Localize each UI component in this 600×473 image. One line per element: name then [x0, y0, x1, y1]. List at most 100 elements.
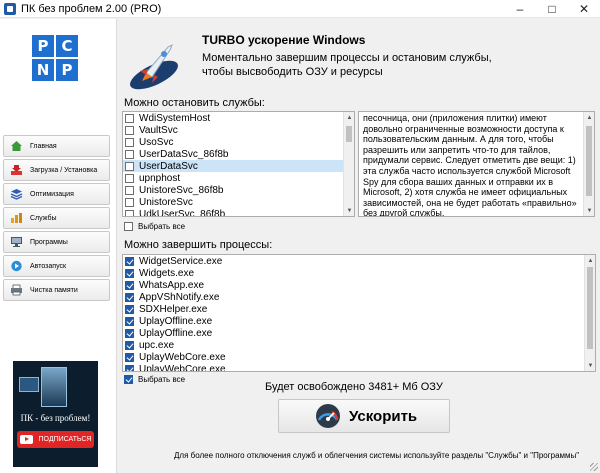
scroll-up-icon[interactable]: ▲ [344, 112, 354, 123]
service-row[interactable]: UsoSvc [123, 136, 354, 148]
logo-letter: P [32, 35, 54, 57]
bars-icon [9, 212, 23, 224]
services-scrollbar[interactable]: ▲ ▼ [343, 112, 354, 216]
sidebar-item-label: Программы [30, 238, 68, 246]
monitor-icon [9, 236, 23, 248]
row-label: UsoSvc [139, 136, 174, 148]
sidebar-item-autorun[interactable]: Автозапуск [3, 255, 110, 277]
row-checkbox[interactable] [125, 316, 134, 326]
process-row[interactable]: SDXHelper.exe [123, 303, 595, 315]
scrollbar-thumb[interactable] [587, 267, 593, 349]
row-label: UplayWebCore.exe [139, 351, 226, 363]
process-row[interactable]: WhatsApp.exe [123, 279, 595, 291]
row-checkbox[interactable] [125, 304, 134, 314]
service-row[interactable]: upnphost [123, 172, 354, 184]
service-description-box: песочница, они (приложения плитки) имеют… [358, 111, 595, 217]
scroll-down-icon[interactable]: ▼ [585, 360, 595, 371]
row-label: UnistoreSvc_86f8b [139, 184, 224, 196]
sidebar-item-services[interactable]: Службы [3, 207, 110, 229]
title-bar: ПК без проблем 2.00 (PRO) – □ ✕ [0, 0, 600, 18]
home-icon [9, 140, 23, 152]
sidebar-nav: Главная Загрузка / Установка Оптимизация… [3, 135, 110, 303]
row-checkbox[interactable] [125, 352, 134, 362]
minimize-icon[interactable]: – [504, 0, 536, 18]
select-all-checkbox[interactable] [124, 375, 133, 384]
promo-banner[interactable]: ПК - без проблем! ПОДПИСАТЬСЯ [13, 361, 98, 467]
row-checkbox[interactable] [125, 328, 134, 338]
row-label: upc.exe [139, 339, 175, 351]
scrollbar-thumb[interactable] [346, 126, 352, 142]
service-row[interactable]: UdkUserSvc_86f8b [123, 208, 354, 216]
row-checkbox[interactable] [125, 197, 134, 207]
scroll-down-icon[interactable]: ▼ [344, 205, 354, 216]
youtube-icon [19, 435, 33, 444]
sidebar-item-download[interactable]: Загрузка / Установка [3, 159, 110, 181]
description-scrollbar[interactable]: ▲ ▼ [583, 112, 594, 216]
window-title: ПК без проблем 2.00 (PRO) [21, 2, 162, 15]
sidebar-item-home[interactable]: Главная [3, 135, 110, 157]
row-checkbox[interactable] [125, 280, 134, 290]
processes-scrollbar[interactable]: ▲ ▼ [584, 255, 595, 371]
service-row[interactable]: WdiSystemHost [123, 112, 354, 124]
process-row[interactable]: upc.exe [123, 339, 595, 351]
scroll-down-icon[interactable]: ▼ [584, 205, 594, 216]
row-checkbox[interactable] [125, 161, 134, 171]
scroll-up-icon[interactable]: ▲ [584, 112, 594, 123]
close-icon[interactable]: ✕ [568, 0, 600, 18]
row-label: UplayOffline.exe [139, 327, 213, 339]
processes-select-all[interactable]: Выбрать все [124, 375, 185, 384]
row-checkbox[interactable] [125, 209, 134, 216]
subscribe-label: ПОДПИСАТЬСЯ [38, 436, 92, 443]
rocket-icon [130, 43, 178, 90]
select-all-checkbox[interactable] [124, 222, 133, 231]
sidebar-item-label: Загрузка / Установка [30, 166, 98, 174]
services-list[interactable]: WdiSystemHost VaultSvc UsoSvc UserDataSvc_8… [122, 111, 355, 217]
maximize-icon[interactable]: □ [536, 0, 568, 18]
process-row[interactable]: AppVShNotify.exe [123, 291, 595, 303]
row-label: VaultSvc [139, 124, 178, 136]
row-checkbox[interactable] [125, 292, 134, 302]
sidebar-item-optimization[interactable]: Оптимизация [3, 183, 110, 205]
service-row[interactable]: UnistoreSvc_86f8b [123, 184, 354, 196]
process-row[interactable]: UplayOffline.exe [123, 315, 595, 327]
row-checkbox[interactable] [125, 340, 134, 350]
row-label: AppVShNotify.exe [139, 291, 220, 303]
service-row[interactable]: VaultSvc [123, 124, 354, 136]
row-checkbox[interactable] [125, 113, 134, 123]
row-checkbox[interactable] [125, 364, 134, 371]
freed-memory-text: Будет освобождено 3481+ Мб ОЗУ [265, 381, 443, 393]
row-label: WidgetService.exe [139, 255, 223, 267]
sidebar-item-programs[interactable]: Программы [3, 231, 110, 253]
scroll-up-icon[interactable]: ▲ [585, 255, 595, 266]
row-checkbox[interactable] [125, 137, 134, 147]
printer-icon [9, 284, 23, 296]
row-checkbox[interactable] [125, 256, 134, 266]
logo-letter: C [56, 35, 78, 57]
subscribe-button[interactable]: ПОДПИСАТЬСЯ [17, 431, 94, 448]
process-row[interactable]: WidgetService.exe [123, 255, 595, 267]
service-description-text: песочница, они (приложения плитки) имеют… [363, 113, 577, 217]
row-checkbox[interactable] [125, 185, 134, 195]
process-row[interactable]: UplayOffline.exe [123, 327, 595, 339]
row-checkbox[interactable] [125, 268, 134, 278]
sidebar-item-label: Чистка памяти [30, 286, 78, 294]
process-row[interactable]: UplayWebCore.exe [123, 363, 595, 371]
service-row[interactable]: UnistoreSvc [123, 196, 354, 208]
play-icon [9, 260, 23, 272]
sidebar-item-memory-cleanup[interactable]: Чистка памяти [3, 279, 110, 301]
resize-grip[interactable] [590, 463, 598, 471]
row-label: UnistoreSvc [139, 196, 193, 208]
process-row[interactable]: Widgets.exe [123, 267, 595, 279]
row-checkbox[interactable] [125, 149, 134, 159]
processes-list[interactable]: WidgetService.exe Widgets.exe WhatsApp.exe… [122, 254, 596, 372]
row-checkbox[interactable] [125, 173, 134, 183]
service-row[interactable]: UserDataSvc_86f8b [123, 148, 354, 160]
services-select-all[interactable]: Выбрать все [124, 222, 185, 231]
logo: P C N P [32, 35, 78, 81]
scrollbar-thumb[interactable] [586, 126, 592, 196]
select-all-label: Выбрать все [138, 222, 186, 231]
service-row[interactable]: UserDataSvc [123, 160, 354, 172]
row-checkbox[interactable] [125, 125, 134, 135]
accelerate-button[interactable]: Ускорить [278, 399, 450, 433]
process-row[interactable]: UplayWebCore.exe [123, 351, 595, 363]
